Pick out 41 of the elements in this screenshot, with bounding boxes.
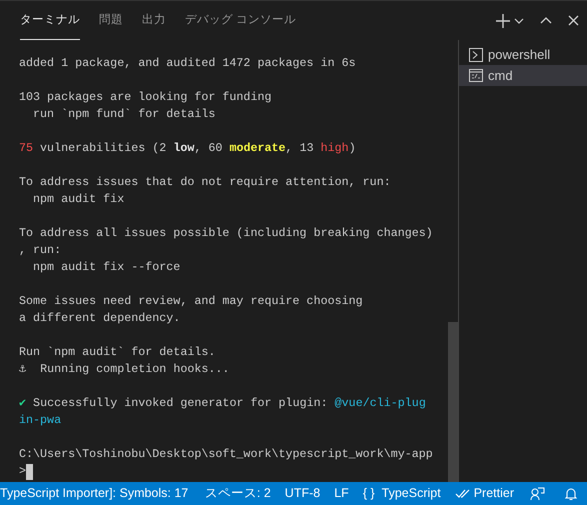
terminal-line: run `npm fund` for details [32,106,216,123]
terminal-line: npm audit fix --force [32,259,180,276]
terminal-line: Run `npm audit` for details. [19,344,216,361]
terminal-line: > [19,463,26,480]
terminal-line: 75 vulnerabilities (2 low, 60 moderate, 13 high) [19,140,356,157]
scrollbar-thumb[interactable] [448,322,458,482]
status-item[interactable]: Prettier [454,484,514,503]
terminal-line: a different dependency. [19,310,180,327]
terminal-line: ✔ Successfully invoked generator for plugin: @vue/cli-plug [19,395,426,412]
terminal-line: in-pwa [19,412,62,429]
panel-tab[interactable]: 問題 [99,1,123,40]
status-item[interactable]: TypeScript [382,484,441,503]
panel-tab[interactable]: 出力 [142,1,166,40]
terminal-line: npm audit fix [32,191,124,208]
status-item[interactable]: { } [362,484,375,503]
command-prompt-icon [469,69,483,82]
terminal-line: added 1 package, and audited 1472 packages in 6s [19,55,356,72]
status-item[interactable]: LF [334,484,349,503]
close-icon[interactable] [568,15,579,26]
status-text: TypeScript Importer]: Symbols: 17 [0,485,188,502]
status-item[interactable]: UTF-8 [284,484,320,503]
terminal-line: To address issues that do not require attention, run: [19,174,391,191]
chevron-up-icon[interactable] [540,17,552,24]
terminal-line: , run: [19,242,62,259]
terminal-prompt-icon [469,48,483,62]
bell-icon[interactable] [565,486,577,500]
panel-tab[interactable]: ターミナル [20,1,80,40]
terminal-list-item[interactable]: powershell [459,44,587,65]
plus-icon[interactable] [496,14,510,28]
double-check-icon [454,488,471,498]
terminal-list-item[interactable]: cmd [459,65,587,86]
terminal-line: ⚓ Running completion hooks... [19,361,230,378]
status-item[interactable]: スペース: 2 [204,484,271,503]
chevron-down-icon[interactable] [514,18,524,24]
panel-tab[interactable]: デバッグ コンソール [185,1,296,40]
terminal-line: 103 packages are looking for funding [19,89,272,106]
terminal-line: Some issues need review, and may require choosing [19,293,363,310]
terminal-line: C:\Users\Toshinobu\Desktop\soft_work\typescript_work\my-app [19,446,433,463]
person-icon[interactable] [530,486,545,500]
text-cursor [26,464,34,480]
terminal-line: To address all issues possible (including breaking changes) [19,225,433,242]
